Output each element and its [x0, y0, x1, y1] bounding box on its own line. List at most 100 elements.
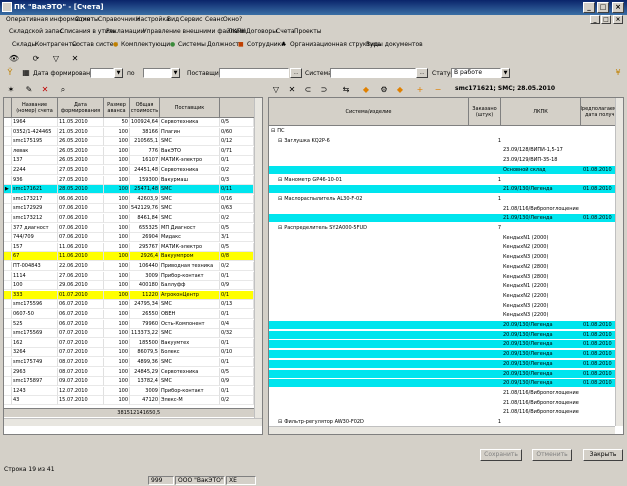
nav-systems[interactable]: Системы — [178, 41, 206, 48]
tree-row[interactable]: 21.08/116/Вибропоглощение — [269, 205, 615, 213]
tree-row[interactable]: 21.09/130/Легенда 01.08.2010 — [269, 214, 615, 223]
table-row[interactable]: 137 26.05.2010 100 16107 МАТИК-электро 0/1 — [4, 156, 254, 166]
col-supplier[interactable]: Поставщик — [160, 98, 220, 118]
close-button[interactable]: × — [612, 2, 624, 13]
tree-row[interactable]: 20.09/130/Легенда 01.08.2010 — [269, 359, 615, 368]
inner-minimize-button[interactable]: _ — [590, 15, 600, 24]
col-system-item[interactable]: Система/изделие — [269, 98, 469, 126]
left-hscroll[interactable] — [4, 418, 262, 426]
menu-item-help[interactable]: ? — [239, 16, 242, 23]
tree-row[interactable]: КендыхN2 (2000) — [269, 243, 615, 251]
tree-row[interactable]: КендыхN1 (2000) — [269, 234, 615, 242]
tree-row[interactable]: ⊟ Распределитель SY2A000-5FUD 7 — [269, 224, 615, 232]
right-vscroll[interactable] — [615, 98, 623, 426]
left-vscroll[interactable] — [254, 98, 262, 418]
tree-row[interactable]: КендыхN3 (2800) — [269, 273, 615, 281]
filter-apply-icon[interactable]: Ÿ — [4, 67, 16, 79]
table-row[interactable]: 162 07.07.2010 100 185500 Вакуумтех 0/1 — [4, 338, 254, 348]
save-button[interactable]: Сохранить — [480, 449, 522, 461]
table-row[interactable]: 100 29.06.2010 100 400180 Баллуфф 0/9 — [4, 281, 254, 291]
binoculars-icon[interactable]: 👁 — [8, 53, 20, 65]
tree-row[interactable]: Основной склад 01.08.2010 — [269, 165, 615, 174]
tree-row[interactable]: КендыхN1 (2200) — [269, 282, 615, 290]
tree-row[interactable]: 20.09/130/Легенда 01.08.2010 — [269, 321, 615, 329]
gear-icon[interactable]: ⚙ — [378, 84, 390, 96]
status-select[interactable]: В работе — [451, 68, 501, 78]
move-down-icon[interactable]: ◆ — [394, 84, 406, 96]
tree-row[interactable]: ⊟ ПС — [269, 127, 615, 135]
nav-projects[interactable]: Проекты — [294, 28, 322, 35]
menu-item-references[interactable]: Справочники — [98, 16, 140, 23]
table-row[interactable]: 3264 07.07.2010 100 86079,5 Болекс 0/10 — [4, 348, 254, 358]
table-row[interactable]: smc175195 26.05.2010 100 210565,1 SMC 0/12 — [4, 137, 254, 147]
inner-close-button[interactable]: × — [613, 15, 623, 24]
nav-lkpk[interactable]: ЛКПК — [228, 28, 246, 35]
menu-item-settings[interactable]: Настройка — [136, 16, 170, 23]
tree-row[interactable]: ⊟ Манометр GP46-10-01 1 — [269, 176, 615, 184]
table-row[interactable]: smc173212 07.06.2010 100 8461,84 SMC 0/2 — [4, 214, 254, 223]
expand-toggle-icon[interactable]: ⊟ — [278, 138, 282, 144]
export-icon[interactable]: ¥ — [612, 67, 624, 79]
table-row[interactable]: 1114 27.06.2010 100 3009 Прибор-контакт 0/1 — [4, 271, 254, 281]
tree-row[interactable]: 21.09/130/Легенда 01.08.2010 — [269, 185, 615, 194]
table-row[interactable]: 2963 08.07.2010 100 24845,29 Сервотехника 0/5 — [4, 367, 254, 377]
table-row[interactable]: 67 11.06.2010 100 2926,4 Вакуумпром 0/8 — [4, 252, 254, 262]
table-row[interactable]: 377 диагност 07.06.2010 100 655325 МП Диагно… — [4, 223, 254, 233]
table-row[interactable]: smc173217 06.06.2010 100 42603,9 SMC 0/16 — [4, 194, 254, 204]
expand-toggle-icon[interactable]: ⊟ — [271, 128, 275, 134]
tree-clear-icon[interactable]: ✕ — [286, 84, 298, 96]
tools-icon[interactable]: ✕ — [69, 53, 81, 65]
edit-icon[interactable]: ✎ — [23, 84, 35, 96]
nav-document-types[interactable]: Виды документов — [366, 41, 423, 48]
menu-item-session[interactable]: Сеанс — [205, 16, 224, 23]
date-from-field[interactable] — [90, 68, 114, 78]
date-from-dropdown[interactable]: ▼ — [114, 68, 123, 78]
nav-employees[interactable]: Сотрудники — [247, 41, 285, 48]
tree-row[interactable]: 20.09/130/Легенда 01.08.2010 — [269, 379, 615, 388]
date-to-field[interactable] — [143, 68, 171, 78]
tree-row[interactable]: ⊟ Маслораспылитель AL30-F-02 1 — [269, 195, 615, 203]
table-row[interactable]: 525 06.07.2010 100 79960 Ость-Компонент 0/4 — [4, 319, 254, 329]
search-icon[interactable]: ⌕ — [57, 84, 69, 96]
nav-claims[interactable]: Рекламации — [106, 28, 145, 35]
supplier-lookup-button[interactable]: … — [290, 68, 302, 78]
table-row[interactable]: ПТ-004843 22.06.2010 100 106440 Приводная те… — [4, 262, 254, 271]
tree-filter-icon[interactable]: ▽ — [270, 84, 282, 96]
table-row[interactable]: левак 26.05.2010 100 776 ВакЭТО 0/71 — [4, 146, 254, 156]
table-row[interactable]: ▶ smc171621 28.05.2010 100 25471,48 SMC 0/11 — [4, 185, 254, 195]
col-invoice-name[interactable]: Название (номер) счета — [12, 98, 58, 118]
table-row[interactable]: smc175897 09.07.2010 100 13782,4 SMC 0/9 — [4, 377, 254, 387]
tree-row[interactable]: 23.09/129/ВИП-35-18 — [269, 156, 615, 164]
filter-icon[interactable]: ▽ — [50, 53, 62, 65]
table-row[interactable]: smc172929 07.06.2010 100 542129,76 SMC 0/63 — [4, 204, 254, 214]
date-to-dropdown[interactable]: ▼ — [171, 68, 180, 78]
tree-row[interactable]: КендыхN3 (2200) — [269, 311, 615, 319]
cancel-button[interactable]: Отменить — [532, 449, 572, 461]
col-advance[interactable]: Размер аванса — [104, 98, 130, 118]
col-lkpk[interactable]: ЛКПК — [501, 98, 581, 126]
table-row[interactable]: 1964 11.05.2010 50 100924,64 Сервотехника 0/5 — [4, 118, 254, 127]
refresh-icon[interactable]: ⟳ — [30, 53, 42, 65]
tree-row[interactable]: КендыхN2 (2800) — [269, 263, 615, 271]
system-lookup-button[interactable]: … — [416, 68, 428, 78]
tree-row[interactable]: 21.08/116/Вибропоглощение — [269, 399, 615, 407]
tree-row[interactable]: 21.08/116/Вибропоглощение — [269, 389, 615, 397]
col-total[interactable]: Общая стоимость — [130, 98, 160, 118]
col-date[interactable]: Дата формирования — [58, 98, 104, 118]
menu-item-service[interactable]: Сервис — [180, 16, 202, 23]
table-row[interactable]: 157 11.06.2010 100 295767 МАТИК-электро 0/5 — [4, 242, 254, 252]
minus-icon[interactable]: − — [432, 84, 444, 96]
nav-components[interactable]: Комплектующие — [121, 41, 174, 48]
expand-toggle-icon[interactable]: ⊟ — [278, 196, 282, 202]
link-icon[interactable]: ⇆ — [340, 84, 352, 96]
expand-icon[interactable]: ⊃ — [318, 84, 330, 96]
table-row[interactable]: 1243 12.07.2010 100 3009 Прибор-контакт 0/1 — [4, 386, 254, 396]
tree-row[interactable]: 20.09/130/Легенда 01.08.2010 — [269, 369, 615, 378]
nav-stock[interactable]: Складской запас — [9, 28, 63, 35]
tree-row[interactable]: ⊟ Фильтр-регулятор AW30-F02D 1 — [269, 418, 615, 426]
tree-row[interactable]: КендыхN2 (2200) — [269, 292, 615, 300]
tree-row[interactable]: КендыхN3 (2200) — [269, 302, 615, 310]
table-row[interactable]: smc175596 06.07.2010 100 24795,34 SMC 0/13 — [4, 300, 254, 310]
minimize-button[interactable]: _ — [583, 2, 595, 13]
new-record-icon[interactable]: ✶ — [5, 84, 17, 96]
